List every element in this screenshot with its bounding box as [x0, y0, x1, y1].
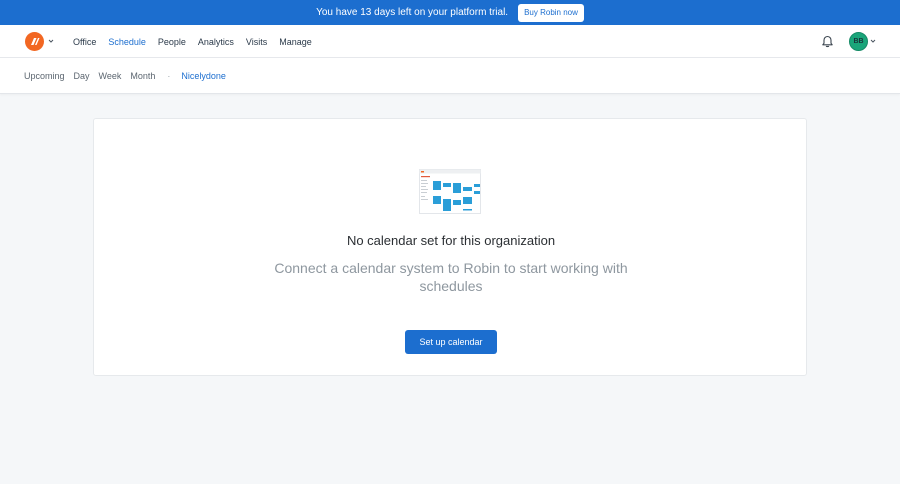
subnav-separator: · — [167, 71, 171, 81]
robin-logo-icon[interactable] — [25, 32, 44, 51]
nav-item-schedule[interactable]: Schedule — [108, 37, 146, 47]
subnav-item-week[interactable]: Week — [99, 71, 122, 81]
schedule-subnav: Upcoming Day Week Month · Nicelydone — [0, 58, 900, 94]
calendar-illustration-icon — [419, 169, 481, 214]
bell-icon[interactable] — [821, 35, 834, 48]
trial-banner: You have 13 days left on your platform t… — [0, 0, 900, 25]
top-navigation: Office Schedule People Analytics Visits … — [0, 25, 900, 58]
nav-item-manage[interactable]: Manage — [279, 37, 312, 47]
user-avatar[interactable]: BB — [849, 32, 868, 51]
subnav-item-day[interactable]: Day — [74, 71, 90, 81]
empty-state-description: Connect a calendar system to Robin to st… — [274, 260, 628, 294]
set-up-calendar-button[interactable]: Set up calendar — [405, 330, 497, 354]
subnav-item-upcoming[interactable]: Upcoming — [24, 71, 65, 81]
nav-item-people[interactable]: People — [158, 37, 186, 47]
chevron-down-icon[interactable] — [870, 38, 876, 44]
subnav-organization[interactable]: Nicelydone — [181, 71, 226, 81]
subnav-item-month[interactable]: Month — [130, 71, 155, 81]
empty-state-card: No calendar set for this organization Co… — [93, 118, 807, 376]
nav-item-analytics[interactable]: Analytics — [198, 37, 234, 47]
nav-item-visits[interactable]: Visits — [246, 37, 267, 47]
empty-state-title: No calendar set for this organization — [346, 233, 556, 248]
buy-robin-button[interactable]: Buy Robin now — [518, 3, 584, 22]
nav-item-office[interactable]: Office — [73, 37, 96, 47]
trial-banner-text: You have 13 days left on your platform t… — [316, 7, 509, 18]
main-nav: Office Schedule People Analytics Visits … — [73, 25, 324, 58]
chevron-down-icon[interactable] — [48, 38, 54, 44]
